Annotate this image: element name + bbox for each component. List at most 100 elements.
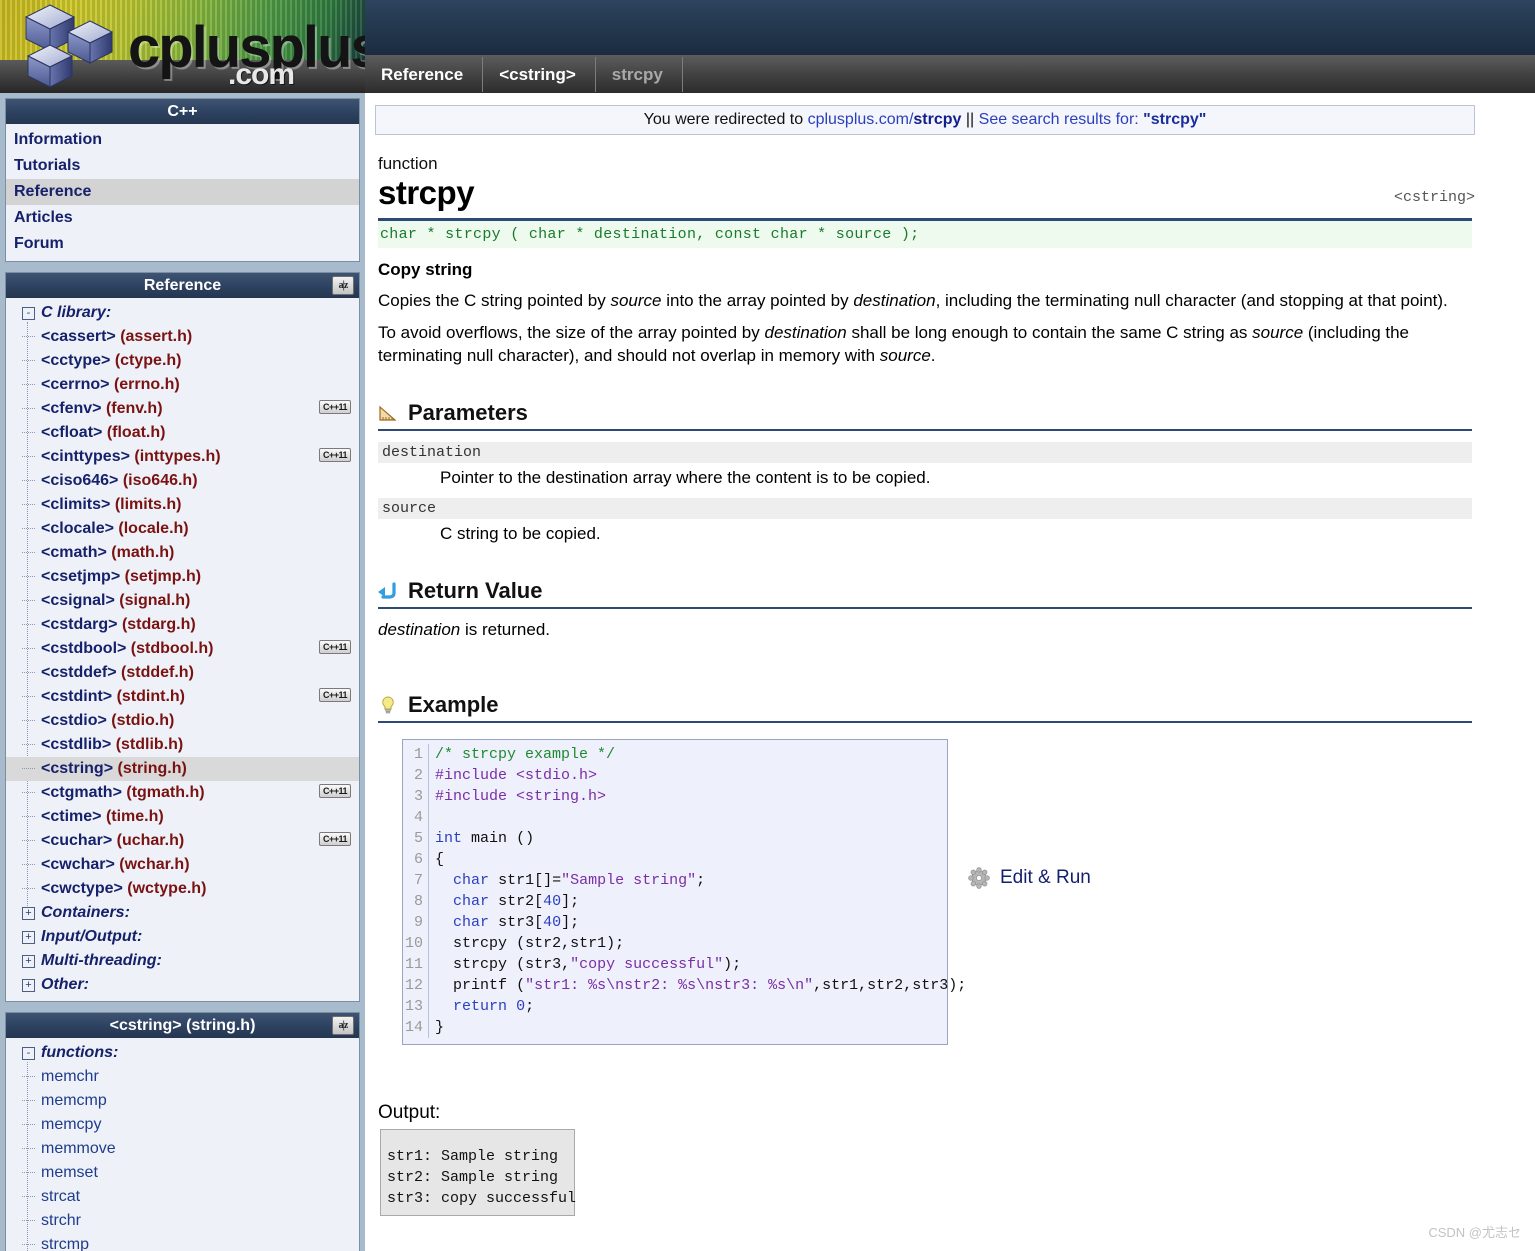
site-logo[interactable]: cplusplus .com xyxy=(0,0,365,93)
tree-stub-icon xyxy=(22,624,35,625)
redirect-link[interactable]: cplusplus.com/strcpy xyxy=(808,111,962,128)
ruler-icon xyxy=(378,403,398,423)
sidebar-header-item[interactable]: <cstddef> (stddef.h) xyxy=(6,661,359,685)
header-filename: (iso646.h) xyxy=(122,472,198,489)
expand-toggle-icon[interactable]: + xyxy=(22,907,35,920)
sidebar-header-item[interactable]: <climits> (limits.h) xyxy=(6,493,359,517)
header-filename: (stdlib.h) xyxy=(115,736,184,753)
sidebar-header-item[interactable]: <clocale> (locale.h) xyxy=(6,517,359,541)
expand-toggle-icon[interactable]: + xyxy=(22,931,35,944)
tree-stub-icon xyxy=(22,888,35,889)
expand-toggle-icon[interactable]: + xyxy=(22,955,35,968)
sidebar-header-item[interactable]: <cwchar> (wchar.h) xyxy=(6,853,359,877)
sidebar-header-item[interactable]: <cstdint> (stdint.h) C++11 xyxy=(6,685,359,709)
example-section-header: Example xyxy=(378,692,1472,723)
sidebar-header-item[interactable]: <ctgmath> (tgmath.h) C++11 xyxy=(6,781,359,805)
description-paragraph-1: Copies the C string pointed by source in… xyxy=(378,291,1448,310)
sidebar-function-item[interactable]: memchr xyxy=(6,1065,359,1089)
sidebar-header-item[interactable]: <cstdbool> (stdbool.h) C++11 xyxy=(6,637,359,661)
tree-stub-icon xyxy=(22,720,35,721)
header-name: <cuchar> xyxy=(41,832,117,849)
breadcrumb-item-reference[interactable]: Reference xyxy=(365,57,484,92)
sidebar-item-information[interactable]: Information xyxy=(6,127,359,153)
sidebar-header-item[interactable]: <cwctype> (wctype.h) xyxy=(6,877,359,901)
tree-group-c-library[interactable]: -C library: xyxy=(6,301,359,325)
example-wrapper: 1 2 3 4 5 6 7 8 9 10 11 12 13 14 /* strc… xyxy=(402,739,1475,1045)
sidebar-function-item[interactable]: memcmp xyxy=(6,1089,359,1113)
sidebar-header-item[interactable]: <ctime> (time.h) xyxy=(6,805,359,829)
tree-group-other[interactable]: + Other: xyxy=(6,973,359,997)
parameter-name: destination xyxy=(378,442,1472,463)
sidebar-header-item[interactable]: <csetjmp> (setjmp.h) xyxy=(6,565,359,589)
sidebar-function-item[interactable]: strcat xyxy=(6,1185,359,1209)
sidebar-header-item[interactable]: <cctype> (ctype.h) xyxy=(6,349,359,373)
sidebar-header-item[interactable]: <cstring> (string.h) xyxy=(6,757,359,781)
sidebar-header-item[interactable]: <cuchar> (uchar.h) C++11 xyxy=(6,829,359,853)
return-arrow-icon xyxy=(378,581,398,601)
search-results-link[interactable]: See search results for: "strcpy" xyxy=(979,111,1207,128)
sidebar-function-item[interactable]: memset xyxy=(6,1161,359,1185)
cstring-panel-title-text: <cstring> (string.h) xyxy=(109,1017,256,1034)
sidebar-header-item[interactable]: <cstdarg> (stdarg.h) xyxy=(6,613,359,637)
sidebar-item-forum[interactable]: Forum xyxy=(6,231,359,257)
header-filename: (wchar.h) xyxy=(119,856,190,873)
tree-stub-icon xyxy=(22,1220,35,1221)
tree-stub-icon xyxy=(22,504,35,505)
sidebar-header-item[interactable]: <csignal> (signal.h) xyxy=(6,589,359,613)
header-filename: (stddef.h) xyxy=(121,664,194,681)
expand-toggle-icon[interactable]: + xyxy=(22,979,35,992)
header-name: <cstdarg> xyxy=(41,616,122,633)
parameter-name: source xyxy=(378,498,1472,519)
header-filename: (math.h) xyxy=(111,544,175,561)
sidebar-function-item[interactable]: memmove xyxy=(6,1137,359,1161)
tree-stub-icon xyxy=(22,1148,35,1149)
sidebar-function-item[interactable]: memcpy xyxy=(6,1113,359,1137)
sidebar-header-item[interactable]: <cerrno> (errno.h) xyxy=(6,373,359,397)
alphabetical-sort-icon[interactable]: a|z xyxy=(332,1016,354,1035)
reference-panel-title: Reference a|z xyxy=(6,273,359,298)
header-filename: (setjmp.h) xyxy=(124,568,202,585)
collapse-toggle-icon[interactable]: - xyxy=(22,307,35,320)
tree-stub-icon xyxy=(22,768,35,769)
header-tag-label: <cstring> xyxy=(1393,189,1475,206)
sidebar-header-item[interactable]: <ciso646> (iso646.h) xyxy=(6,469,359,493)
collapse-toggle-icon[interactable]: - xyxy=(22,1047,35,1060)
tree-stub-icon xyxy=(22,336,35,337)
alphabetical-sort-icon[interactable]: a|z xyxy=(332,276,354,295)
header-filename: (fenv.h) xyxy=(105,400,163,417)
header-name: <cstring> xyxy=(41,760,118,777)
tree-group-functions[interactable]: - functions: xyxy=(6,1041,359,1065)
tree-stub-icon xyxy=(22,864,35,865)
sidebar-header-item[interactable]: <cfloat> (float.h) xyxy=(6,421,359,445)
tree-group-multi-threading[interactable]: + Multi-threading: xyxy=(6,949,359,973)
header-name: <cmath> xyxy=(41,544,112,561)
sidebar-item-tutorials[interactable]: Tutorials xyxy=(6,153,359,179)
cstring-panel: <cstring> (string.h) a|z - functions: mem… xyxy=(5,1012,360,1251)
tree-group-containers[interactable]: + Containers: xyxy=(6,901,359,925)
sidebar-header-item[interactable]: <cstdio> (stdio.h) xyxy=(6,709,359,733)
sidebar-item-reference[interactable]: Reference xyxy=(6,179,359,205)
output-label: Output: xyxy=(378,1102,441,1123)
header-name: <clocale> xyxy=(41,520,119,537)
sidebar-header-item[interactable]: <cassert> (assert.h) xyxy=(6,325,359,349)
sidebar-header-item[interactable]: <cmath> (math.h) xyxy=(6,541,359,565)
sidebar-item-articles[interactable]: Articles xyxy=(6,205,359,231)
tree-stub-icon xyxy=(22,1196,35,1197)
edit-and-run-button[interactable]: Edit & Run xyxy=(968,867,1091,889)
breadcrumb-item-strcpy[interactable]: strcpy xyxy=(595,57,683,92)
edit-and-run-label: Edit & Run xyxy=(1000,867,1091,888)
sidebar-header-item[interactable]: <cfenv> (fenv.h) C++11 xyxy=(6,397,359,421)
sidebar-header-item[interactable]: <cstdlib> (stdlib.h) xyxy=(6,733,359,757)
sidebar-function-item[interactable]: strchr xyxy=(6,1209,359,1233)
cpp11-badge: C++11 xyxy=(318,688,351,702)
sidebar-header-item[interactable]: <cinttypes> (inttypes.h) C++11 xyxy=(6,445,359,469)
header-name: <csignal> xyxy=(41,592,120,609)
breadcrumb-item-cstring[interactable]: <cstring> xyxy=(483,57,596,92)
code-block[interactable]: 1 2 3 4 5 6 7 8 9 10 11 12 13 14 /* strc… xyxy=(402,739,966,1045)
tree-stub-icon xyxy=(22,384,35,385)
tree-group-label: functions: xyxy=(41,1044,119,1061)
header-name: <cerrno> xyxy=(41,376,114,393)
tree-group-input-output[interactable]: + Input/Output: xyxy=(6,925,359,949)
sidebar-function-item[interactable]: strcmp xyxy=(6,1233,359,1251)
main-content: You were redirected to cplusplus.com/str… xyxy=(365,93,1535,1251)
